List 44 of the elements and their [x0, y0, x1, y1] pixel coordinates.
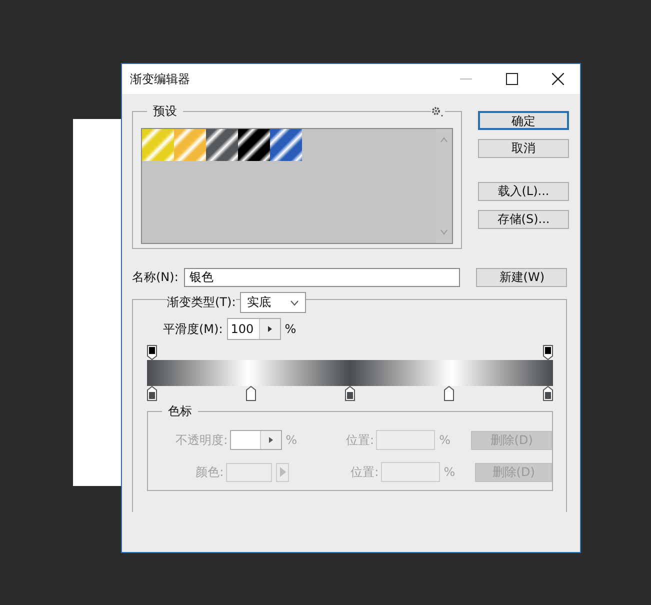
opacity-stop-icon[interactable]: [543, 345, 553, 360]
dropdown-caret-icon: [290, 300, 299, 306]
stop-field-label: 颜色:: [194, 464, 225, 480]
gradient-swatch[interactable]: [206, 129, 238, 161]
gradient-swatch[interactable]: [174, 129, 206, 161]
arrow-right-icon[interactable]: [269, 437, 274, 443]
presets-label: 预设: [147, 103, 183, 120]
gradient-bar[interactable]: [147, 360, 553, 386]
dialog-button[interactable]: 取消: [478, 139, 569, 158]
name-label: 名称(N):: [132, 269, 178, 286]
percent-label: %: [438, 433, 452, 447]
smoothness-label: 平滑度(M):: [163, 320, 223, 338]
color-field[interactable]: [226, 462, 272, 482]
maximize-icon[interactable]: [506, 73, 518, 85]
opacity-field[interactable]: [230, 430, 282, 450]
smoothness-field[interactable]: 100: [226, 318, 281, 340]
arrow-right-icon: [280, 467, 286, 477]
name-field[interactable]: 银色: [184, 268, 460, 287]
gradient-swatch[interactable]: [270, 129, 302, 161]
gradient-swatch[interactable]: [142, 129, 174, 161]
opacity-stop-icon[interactable]: [147, 345, 157, 360]
position-label: 位置:: [350, 464, 379, 480]
stops-label: 色标: [162, 403, 198, 420]
arrow-right-icon[interactable]: [268, 326, 272, 332]
gradient-type-label: 渐变类型(T):: [167, 294, 236, 311]
percent-label: %: [284, 433, 298, 447]
close-icon[interactable]: [552, 73, 564, 85]
gradient-swatch[interactable]: [238, 129, 270, 161]
new-button[interactable]: 新建(W): [476, 268, 568, 287]
color-stop-icon[interactable]: [444, 386, 454, 401]
percent-label: %: [284, 322, 296, 336]
dialog-button[interactable]: 存储(S)...: [478, 210, 569, 229]
color-stop-icon[interactable]: [543, 386, 553, 401]
dialog-button[interactable]: 确定: [478, 111, 569, 130]
color-picker-button[interactable]: [276, 462, 290, 482]
color-stop-icon[interactable]: [246, 386, 256, 401]
percent-label: %: [442, 465, 456, 479]
gradient-type-dropdown[interactable]: 实底: [240, 292, 306, 313]
color-stop-icon[interactable]: [147, 386, 157, 401]
dialog-button[interactable]: 载入(L)...: [478, 182, 569, 201]
window-title: 渐变编辑器: [130, 70, 191, 88]
position-label: 位置:: [345, 432, 374, 448]
color-stop-icon[interactable]: [345, 386, 355, 401]
stop-field-label: 不透明度:: [174, 432, 229, 448]
